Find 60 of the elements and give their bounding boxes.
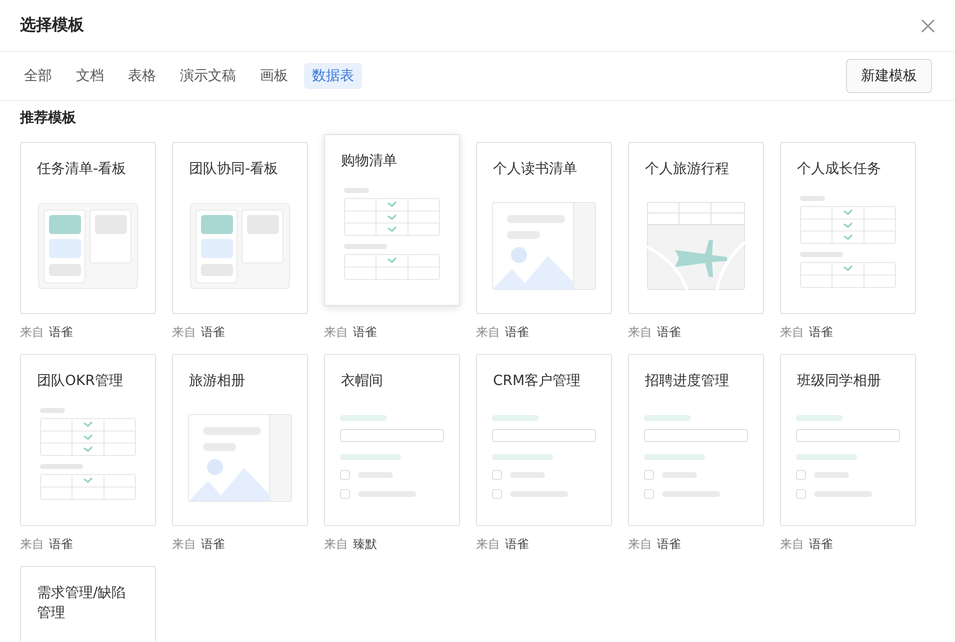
template-card[interactable]: 班级同学相册 xyxy=(780,354,916,526)
category-tab[interactable]: 全部 xyxy=(16,63,60,89)
template-title: 团队OKR管理 xyxy=(36,372,124,391)
template-title: 衣帽间 xyxy=(340,372,384,391)
source-label: 来自 xyxy=(476,536,500,553)
source-label: 来自 xyxy=(780,536,804,553)
source-name: 臻默 xyxy=(353,536,377,553)
dialog-title: 选择模板 xyxy=(20,15,84,36)
source-label: 来自 xyxy=(324,536,348,553)
source-label: 来自 xyxy=(628,324,652,341)
source-name: 语雀 xyxy=(809,536,833,553)
category-tab[interactable]: 文档 xyxy=(68,63,112,89)
template-card[interactable]: 衣帽间 xyxy=(324,354,460,526)
template-title: CRM客户管理 xyxy=(492,372,582,391)
close-icon[interactable] xyxy=(921,18,935,32)
template-card[interactable]: 旅游相册 xyxy=(172,354,308,526)
category-tab[interactable]: 表格 xyxy=(120,63,164,89)
template-card[interactable]: 任务清单-看板 xyxy=(20,142,156,314)
template-card[interactable]: 个人读书清单 xyxy=(476,142,612,314)
source-name: 语雀 xyxy=(201,324,225,341)
template-card[interactable]: 个人成长任务 xyxy=(780,142,916,314)
source-label: 来自 xyxy=(324,324,348,341)
template-card[interactable]: 购物清单 xyxy=(324,134,460,306)
template-title: 班级同学相册 xyxy=(796,372,882,391)
source-label: 来自 xyxy=(20,324,44,341)
template-card[interactable]: 需求管理/缺陷管理 xyxy=(20,566,156,642)
category-tab[interactable]: 数据表 xyxy=(304,63,362,89)
template-card[interactable]: 团队协同-看板 xyxy=(172,142,308,314)
source-label: 来自 xyxy=(172,324,196,341)
category-tab[interactable]: 演示文稿 xyxy=(172,63,244,89)
template-title: 购物清单 xyxy=(340,152,398,171)
source-label: 来自 xyxy=(172,536,196,553)
source-name: 语雀 xyxy=(657,536,681,553)
source-label: 来自 xyxy=(476,324,500,341)
new-template-button[interactable]: 新建模板 xyxy=(846,59,932,93)
source-name: 语雀 xyxy=(505,324,529,341)
source-name: 语雀 xyxy=(49,536,73,553)
template-card[interactable]: 团队OKR管理 xyxy=(20,354,156,526)
source-label: 来自 xyxy=(628,536,652,553)
template-title: 旅游相册 xyxy=(188,372,246,391)
template-title: 任务清单-看板 xyxy=(36,160,128,179)
template-title: 个人读书清单 xyxy=(492,160,578,179)
source-name: 语雀 xyxy=(49,324,73,341)
template-title: 个人成长任务 xyxy=(796,160,882,179)
section-title: 推荐模板 xyxy=(20,109,77,127)
source-name: 语雀 xyxy=(505,536,529,553)
category-tab[interactable]: 画板 xyxy=(252,63,296,89)
template-title: 招聘进度管理 xyxy=(644,372,730,391)
template-card[interactable]: 招聘进度管理 xyxy=(628,354,764,526)
template-title: 团队协同-看板 xyxy=(188,160,280,179)
source-label: 来自 xyxy=(780,324,804,341)
template-title: 个人旅游行程 xyxy=(644,160,730,179)
source-name: 语雀 xyxy=(657,324,681,341)
source-name: 语雀 xyxy=(201,536,225,553)
template-card[interactable]: CRM客户管理 xyxy=(476,354,612,526)
template-title: 需求管理/缺陷管理 xyxy=(36,584,127,623)
source-label: 来自 xyxy=(20,536,44,553)
template-card[interactable]: 个人旅游行程 xyxy=(628,142,764,314)
source-name: 语雀 xyxy=(353,324,377,341)
source-name: 语雀 xyxy=(809,324,833,341)
